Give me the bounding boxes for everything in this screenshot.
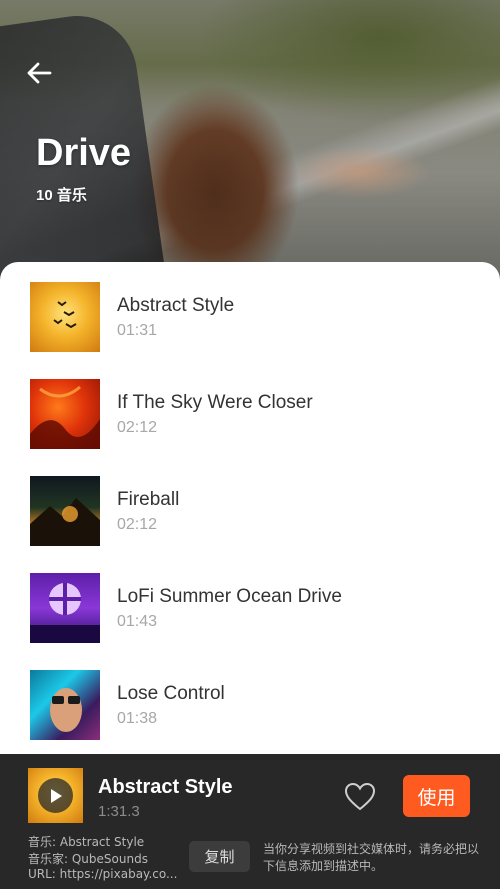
share-note: 当你分享视频到社交媒体时，请务必把以下信息添加到描述中。 — [263, 842, 480, 873]
credit-artist: 音乐家: QubeSounds — [28, 852, 148, 866]
back-button[interactable] — [24, 58, 54, 88]
hero-banner: Drive 10 音乐 — [0, 0, 500, 290]
track-count: 10 音乐 — [36, 187, 87, 204]
track-thumbnail — [30, 670, 100, 740]
track-item[interactable]: If The Sky Were Closer 02:12 — [0, 359, 500, 456]
track-thumbnail — [30, 379, 100, 449]
copy-button[interactable]: 复制 — [189, 841, 250, 872]
track-duration: 01:31 — [117, 322, 158, 339]
now-playing-time: 1:31.3 — [98, 803, 140, 820]
favorite-button[interactable] — [344, 782, 376, 812]
track-thumbnail — [30, 282, 100, 352]
birds-image — [53, 301, 77, 329]
arrow-left-icon — [27, 62, 52, 84]
track-item[interactable]: LoFi Summer Ocean Drive 01:43 — [0, 553, 500, 650]
track-item[interactable]: Lose Control 01:38 — [0, 650, 500, 747]
track-duration: 02:12 — [117, 516, 158, 533]
page-title: Drive — [36, 132, 132, 174]
track-thumbnail — [30, 573, 100, 643]
track-duration: 01:38 — [117, 710, 158, 727]
track-title: Fireball — [117, 489, 180, 510]
track-thumbnail — [30, 476, 100, 546]
credit-music: 音乐: Abstract Style — [28, 835, 145, 849]
track-item[interactable]: Fireball 02:12 — [0, 456, 500, 553]
track-title: If The Sky Were Closer — [117, 392, 313, 413]
track-title: Abstract Style — [117, 295, 235, 316]
track-title: Lose Control — [117, 683, 225, 704]
now-playing-bar: Abstract Style 1:31.3 使用 音乐: Abstract St… — [0, 754, 500, 889]
track-duration: 02:12 — [117, 419, 158, 436]
now-playing-title: Abstract Style — [98, 776, 233, 798]
track-item[interactable]: Abstract Style 01:31 — [0, 262, 500, 359]
track-duration: 01:43 — [117, 613, 158, 630]
track-title: LoFi Summer Ocean Drive — [117, 586, 342, 607]
heart-outline-icon — [344, 782, 376, 811]
credit-url: URL: https://pixabay.co... — [28, 867, 178, 881]
play-icon — [50, 788, 62, 803]
now-playing-artwork[interactable] — [28, 768, 83, 823]
use-button[interactable]: 使用 — [403, 775, 470, 817]
track-list: Abstract Style 01:31 If The Sky Were Clo… — [0, 262, 500, 762]
play-button[interactable] — [38, 778, 73, 813]
